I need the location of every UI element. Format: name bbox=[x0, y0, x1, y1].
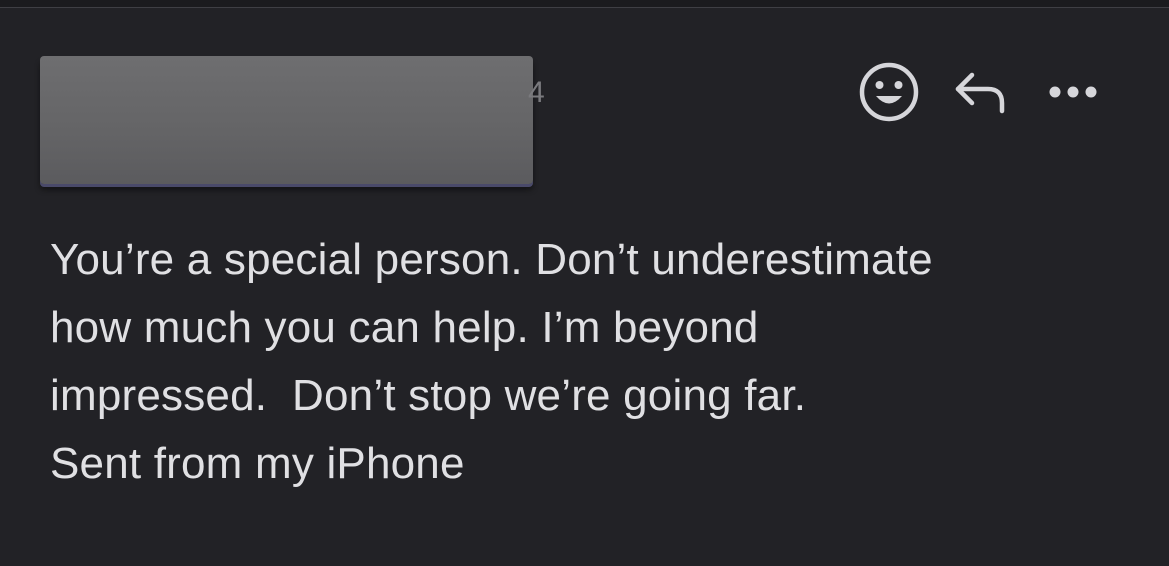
more-options-button[interactable] bbox=[1027, 60, 1119, 124]
smiley-face-icon bbox=[859, 62, 919, 122]
emoji-reaction-button[interactable] bbox=[843, 60, 935, 124]
message-body: You’re a special person. Don’t underesti… bbox=[50, 226, 1140, 498]
sender-visible-suffix: 4 bbox=[528, 76, 545, 109]
message-line: You’re a special person. Don’t underesti… bbox=[50, 235, 933, 284]
message-line: how much you can help. I’m beyond bbox=[50, 303, 759, 352]
message-signature: Sent from my iPhone bbox=[50, 439, 465, 488]
ellipsis-icon bbox=[1049, 86, 1097, 98]
message-header: 4 bbox=[0, 8, 1169, 198]
message-line: impressed. Don’t stop we’re going far. bbox=[50, 371, 807, 420]
sender-redaction bbox=[40, 56, 533, 184]
message-actions bbox=[843, 60, 1119, 124]
reply-button[interactable] bbox=[935, 60, 1027, 124]
top-divider bbox=[0, 0, 1169, 8]
reply-arrow-icon bbox=[955, 72, 1005, 114]
